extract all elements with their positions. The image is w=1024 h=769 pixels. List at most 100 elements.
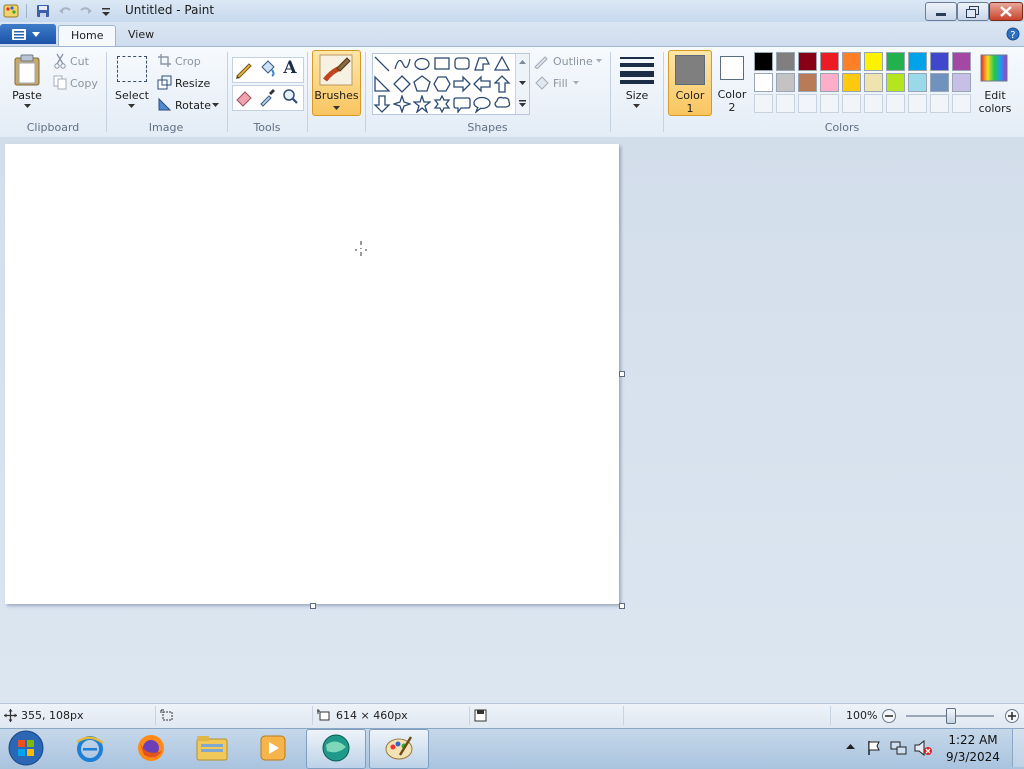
color-picker-icon[interactable] [257,87,277,107]
zoom-out-button[interactable] [881,708,897,724]
volume-muted-icon[interactable] [914,740,932,756]
palette-swatch[interactable] [864,52,883,71]
taskbar-date[interactable]: 9/3/2024 [942,750,1004,764]
four-point-star-shape-icon[interactable] [393,95,411,113]
shapes-scroll-up-icon[interactable] [519,60,526,65]
palette-swatch[interactable] [930,52,949,71]
paste-button[interactable]: Paste [8,52,46,114]
right-arrow-shape-icon[interactable] [453,75,471,93]
rotate-button[interactable]: Rotate [157,97,223,114]
palette-empty-swatch[interactable] [886,94,905,113]
palette-swatch[interactable] [842,73,861,92]
undo-icon[interactable] [57,3,73,19]
right-triangle-shape-icon[interactable] [373,75,391,93]
shapes-scroll-down-icon[interactable] [519,81,526,86]
palette-swatch[interactable] [820,73,839,92]
redo-icon[interactable] [78,3,94,19]
taskbar-time[interactable]: 1:22 AM [942,733,1004,747]
taskbar-firefox[interactable] [122,729,180,767]
palette-swatch[interactable] [908,52,927,71]
network-icon[interactable] [890,740,908,756]
eraser-icon[interactable] [234,87,254,107]
taskbar-app-green[interactable] [306,729,366,769]
palette-swatch[interactable] [776,52,795,71]
paint-menu-button[interactable] [0,24,56,44]
palette-swatch[interactable] [864,73,883,92]
oval-callout-shape-icon[interactable] [473,95,491,113]
start-button[interactable] [6,729,46,767]
tab-home[interactable]: Home [58,25,117,47]
palette-swatch[interactable] [886,52,905,71]
canvas-resize-handle-right[interactable] [619,371,625,377]
taskbar-file-explorer[interactable] [183,729,241,767]
palette-swatch[interactable] [798,73,817,92]
palette-swatch[interactable] [798,52,817,71]
edit-colors-button[interactable]: Edit colors [975,52,1015,115]
select-button[interactable]: Select [112,52,152,114]
curve-shape-icon[interactable] [393,55,411,73]
rounded-rectangle-shape-icon[interactable] [453,55,471,73]
palette-swatch[interactable] [754,52,773,71]
resize-button[interactable]: Resize [157,75,217,92]
show-desktop-button[interactable] [1012,729,1024,767]
shapes-expand-icon[interactable] [519,100,526,108]
paint-app-icon[interactable] [3,3,19,19]
palette-swatch[interactable] [776,73,795,92]
palette-empty-swatch[interactable] [952,94,971,113]
palette-swatch[interactable] [820,52,839,71]
palette-swatch[interactable] [952,52,971,71]
pencil-icon[interactable] [234,59,254,79]
size-button[interactable]: Size [615,52,659,114]
palette-swatch[interactable] [952,73,971,92]
cloud-callout-shape-icon[interactable] [493,95,511,113]
triangle-shape-icon[interactable] [493,55,511,73]
palette-empty-swatch[interactable] [776,94,795,113]
shapes-scrollbar[interactable] [515,54,529,114]
five-point-star-shape-icon[interactable] [413,95,431,113]
canvas-resize-handle-corner[interactable] [619,603,625,609]
polygon-shape-icon[interactable] [473,55,491,73]
palette-empty-swatch[interactable] [930,94,949,113]
line-shape-icon[interactable] [373,55,391,73]
zoom-slider-thumb[interactable] [946,708,956,724]
outline-button[interactable]: Outline [533,53,605,70]
show-hidden-icons-icon[interactable] [846,743,855,750]
six-point-star-shape-icon[interactable] [433,95,451,113]
maximize-button[interactable] [957,2,989,21]
taskbar-paint[interactable] [369,729,429,769]
oval-shape-icon[interactable] [413,55,431,73]
close-button[interactable] [989,2,1023,21]
tab-view[interactable]: View [116,25,166,46]
crop-button[interactable]: Crop [157,53,217,70]
left-arrow-shape-icon[interactable] [473,75,491,93]
taskbar-media-player[interactable] [244,729,302,767]
color2-button[interactable]: Color 2 [712,50,752,114]
hexagon-shape-icon[interactable] [433,75,451,93]
save-icon[interactable] [35,3,51,19]
rectangle-shape-icon[interactable] [433,55,451,73]
palette-empty-swatch[interactable] [820,94,839,113]
zoom-in-button[interactable] [1004,708,1020,724]
palette-empty-swatch[interactable] [864,94,883,113]
palette-swatch[interactable] [886,73,905,92]
palette-empty-swatch[interactable] [842,94,861,113]
magnifier-icon[interactable] [280,87,300,107]
palette-swatch[interactable] [754,73,773,92]
palette-empty-swatch[interactable] [908,94,927,113]
brushes-button[interactable]: Brushes [312,50,361,116]
help-icon[interactable]: ? [1006,27,1020,41]
fill-button[interactable]: Fill [533,75,593,92]
diamond-shape-icon[interactable] [393,75,411,93]
drawing-canvas[interactable] [5,144,619,604]
pentagon-shape-icon[interactable] [413,75,431,93]
color1-button[interactable]: Color 1 [668,50,712,116]
down-arrow-shape-icon[interactable] [373,95,391,113]
customize-qat-icon[interactable] [99,3,115,19]
palette-empty-swatch[interactable] [754,94,773,113]
fill-bucket-icon[interactable] [257,59,277,79]
text-tool-icon[interactable]: A [280,58,300,78]
canvas-resize-handle-bottom[interactable] [310,603,316,609]
minimize-button[interactable] [925,2,957,21]
palette-empty-swatch[interactable] [798,94,817,113]
cut-button[interactable]: Cut [52,53,102,70]
